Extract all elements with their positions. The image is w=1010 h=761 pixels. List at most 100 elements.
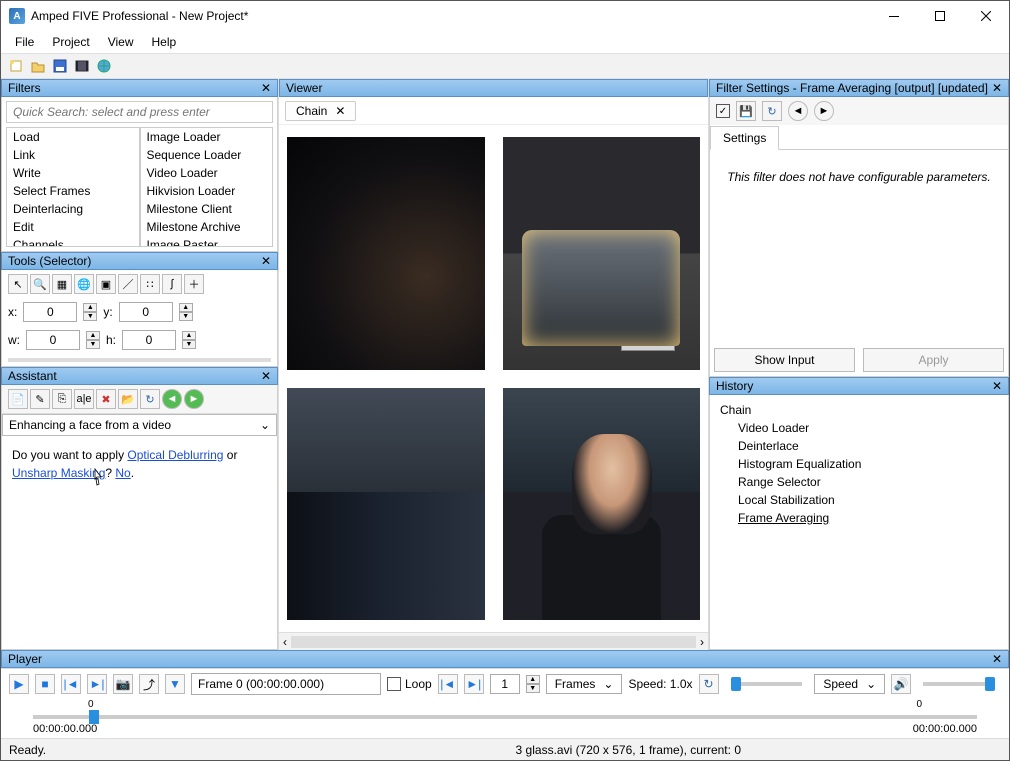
filter-cat-item[interactable]: Deinterlacing bbox=[7, 200, 139, 218]
frames-select[interactable]: Frames⌄ bbox=[546, 674, 623, 694]
minimize-button[interactable] bbox=[871, 1, 917, 31]
filter-item[interactable]: Milestone Client bbox=[141, 200, 273, 218]
assistant-open-icon[interactable]: 📂 bbox=[118, 389, 138, 409]
first-frame-button[interactable]: |◄ bbox=[61, 674, 81, 694]
viewer-canvas[interactable] bbox=[279, 125, 708, 632]
export-button[interactable]: ⤴ bbox=[139, 674, 159, 694]
loop-checkbox[interactable]: Loop bbox=[387, 677, 432, 691]
unsharp-masking-link[interactable]: Unsharp Masking bbox=[12, 466, 105, 480]
filter-cat-item[interactable]: Select Frames bbox=[7, 182, 139, 200]
filter-cat-item[interactable]: Edit bbox=[7, 218, 139, 236]
tab-settings[interactable]: Settings bbox=[710, 126, 779, 150]
grid-tool-icon[interactable]: ∷ bbox=[140, 274, 160, 294]
filter-cat-item[interactable]: Link bbox=[7, 146, 139, 164]
player-close-icon[interactable]: ✕ bbox=[992, 652, 1002, 666]
fs-forward-icon[interactable]: ► bbox=[814, 101, 834, 121]
menu-file[interactable]: File bbox=[7, 33, 42, 51]
filter-item[interactable]: Sequence Loader bbox=[141, 146, 273, 164]
history-item[interactable]: Deinterlace bbox=[720, 437, 998, 455]
fs-save-icon[interactable]: 💾 bbox=[736, 101, 756, 121]
fs-refresh-icon[interactable]: ↻ bbox=[762, 101, 782, 121]
audio-button[interactable]: 🔊 bbox=[891, 674, 911, 694]
assistant-copy-icon[interactable]: ⎘ bbox=[52, 389, 72, 409]
curve-tool-icon[interactable]: ∫ bbox=[162, 274, 182, 294]
speed-reset-button[interactable]: ↻ bbox=[699, 674, 719, 694]
filter-button[interactable]: ▼ bbox=[165, 674, 185, 694]
zoom-tool-icon[interactable]: 🔍 bbox=[30, 274, 50, 294]
assistant-refresh-icon[interactable]: ↻ bbox=[140, 389, 160, 409]
film-icon[interactable] bbox=[73, 57, 91, 75]
last-frame-button[interactable]: ►| bbox=[87, 674, 107, 694]
image-tool-icon[interactable]: ▦ bbox=[52, 274, 72, 294]
open-icon[interactable] bbox=[29, 57, 47, 75]
tools-close-icon[interactable]: ✕ bbox=[261, 254, 271, 268]
assistant-mode-select[interactable]: Enhancing a face from a video ⌄ bbox=[2, 414, 277, 436]
tool-slider[interactable] bbox=[8, 358, 271, 362]
new-icon[interactable] bbox=[7, 57, 25, 75]
step-spinner[interactable]: ▲▼ bbox=[526, 675, 540, 693]
x-input[interactable] bbox=[23, 302, 77, 322]
history-item[interactable]: Range Selector bbox=[720, 473, 998, 491]
menu-project[interactable]: Project bbox=[44, 33, 97, 51]
add-tool-icon[interactable]: ＋ bbox=[184, 274, 204, 294]
filter-item[interactable]: Video Loader bbox=[141, 164, 273, 182]
scrollbar-track[interactable] bbox=[291, 636, 696, 648]
globe-tool-icon[interactable]: 🌐 bbox=[74, 274, 94, 294]
viewer-hscroll[interactable]: ‹ › bbox=[279, 632, 708, 650]
assistant-edit-icon[interactable]: ✎ bbox=[30, 389, 50, 409]
volume-slider[interactable] bbox=[923, 682, 995, 686]
stop-button[interactable]: ■ bbox=[35, 674, 55, 694]
maximize-button[interactable] bbox=[917, 1, 963, 31]
assistant-text-icon[interactable]: a|e bbox=[74, 389, 94, 409]
optical-deblurring-link[interactable]: Optical Deblurring bbox=[127, 448, 223, 462]
w-spinner[interactable]: ▲▼ bbox=[86, 331, 100, 349]
filter-item[interactable]: Image Paster bbox=[141, 236, 273, 247]
menu-view[interactable]: View bbox=[100, 33, 142, 51]
scroll-right-icon[interactable]: › bbox=[700, 635, 704, 649]
w-input[interactable] bbox=[26, 330, 80, 350]
speed-select[interactable]: Speed⌄ bbox=[814, 674, 885, 694]
h-input[interactable] bbox=[122, 330, 176, 350]
filter-cat-item[interactable]: Load bbox=[7, 128, 139, 146]
assistant-new-icon[interactable]: 📄 bbox=[8, 389, 28, 409]
assistant-no-link[interactable]: No bbox=[115, 466, 130, 480]
menu-help[interactable]: Help bbox=[144, 33, 185, 51]
filter-item[interactable]: Image Loader bbox=[141, 128, 273, 146]
y-spinner[interactable]: ▲▼ bbox=[179, 303, 193, 321]
marquee-tool-icon[interactable]: ▣ bbox=[96, 274, 116, 294]
scroll-left-icon[interactable]: ‹ bbox=[283, 635, 287, 649]
history-item[interactable]: Video Loader bbox=[720, 419, 998, 437]
globe-icon[interactable] bbox=[95, 57, 113, 75]
filter-cat-item[interactable]: Write bbox=[7, 164, 139, 182]
filter-search-input[interactable] bbox=[6, 101, 273, 123]
h-spinner[interactable]: ▲▼ bbox=[182, 331, 196, 349]
assistant-back-icon[interactable]: ◄ bbox=[162, 389, 182, 409]
timeline-thumb[interactable] bbox=[89, 710, 99, 724]
frame-input[interactable] bbox=[191, 673, 381, 695]
filter-item[interactable]: Hikvision Loader bbox=[141, 182, 273, 200]
y-input[interactable] bbox=[119, 302, 173, 322]
save-icon[interactable] bbox=[51, 57, 69, 75]
filter-cat-item[interactable]: Channels bbox=[7, 236, 139, 247]
prev-frame-button[interactable]: |◄ bbox=[438, 674, 458, 694]
tab-close-icon[interactable]: ✕ bbox=[335, 104, 345, 118]
show-input-button[interactable]: Show Input bbox=[714, 348, 855, 372]
pointer-tool-icon[interactable]: ↖ bbox=[8, 274, 28, 294]
filters-close-icon[interactable]: ✕ bbox=[261, 81, 271, 95]
close-button[interactable] bbox=[963, 1, 1009, 31]
player-timeline[interactable]: 0 0 00:00:00.000 00:00:00.000 bbox=[33, 705, 977, 738]
history-close-icon[interactable]: ✕ bbox=[992, 379, 1002, 393]
step-input[interactable] bbox=[490, 674, 520, 694]
snapshot-button[interactable]: 📷 bbox=[113, 674, 133, 694]
next-frame-button[interactable]: ►| bbox=[464, 674, 484, 694]
speed-slider[interactable] bbox=[731, 682, 803, 686]
filter-items-list[interactable]: Image Loader Sequence Loader Video Loade… bbox=[140, 127, 274, 247]
play-button[interactable]: ▶ bbox=[9, 674, 29, 694]
filter-settings-close-icon[interactable]: ✕ bbox=[992, 81, 1002, 95]
viewer-tab-chain[interactable]: Chain ✕ bbox=[285, 101, 356, 121]
history-item-selected[interactable]: Frame Averaging bbox=[720, 509, 998, 527]
fs-back-icon[interactable]: ◄ bbox=[788, 101, 808, 121]
filter-category-list[interactable]: Load Link Write Select Frames Deinterlac… bbox=[6, 127, 140, 247]
filter-item[interactable]: Milestone Archive bbox=[141, 218, 273, 236]
assistant-next-icon[interactable]: ► bbox=[184, 389, 204, 409]
